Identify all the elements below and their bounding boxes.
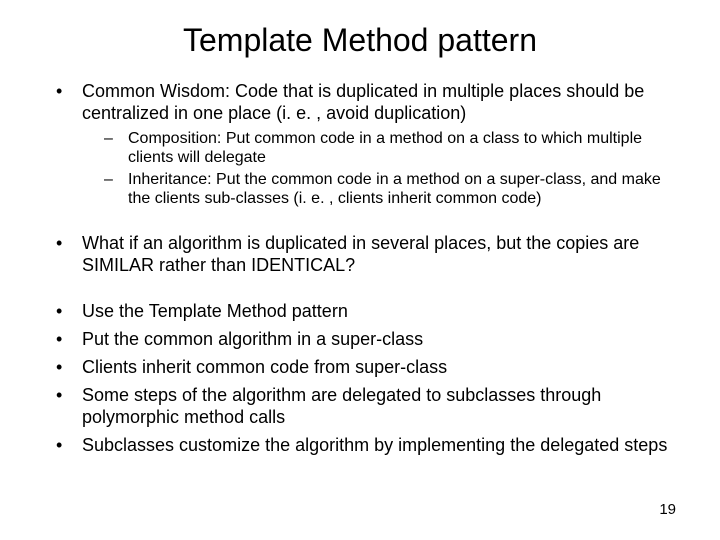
- page-number: 19: [659, 501, 676, 518]
- sub-bullet-item: Inheritance: Put the common code in a me…: [82, 170, 672, 209]
- bullet-text: Use the Template Method pattern: [82, 301, 348, 321]
- bullet-item: Subclasses customize the algorithm by im…: [48, 435, 672, 457]
- sub-bullet-text: Inheritance: Put the common code in a me…: [128, 171, 661, 208]
- bullet-item: Use the Template Method pattern: [48, 301, 672, 323]
- bullet-item: Clients inherit common code from super-c…: [48, 357, 672, 379]
- sub-bullet-text: Composition: Put common code in a method…: [128, 130, 642, 167]
- bullet-text: Put the common algorithm in a super-clas…: [82, 329, 423, 349]
- bullet-item: Put the common algorithm in a super-clas…: [48, 329, 672, 351]
- bullet-item: What if an algorithm is duplicated in se…: [48, 233, 672, 277]
- bullet-item: Some steps of the algorithm are delegate…: [48, 385, 672, 429]
- sub-bullet-list: Composition: Put common code in a method…: [82, 129, 672, 209]
- bullet-text: Subclasses customize the algorithm by im…: [82, 435, 667, 455]
- sub-bullet-item: Composition: Put common code in a method…: [82, 129, 672, 168]
- bullet-text: Clients inherit common code from super-c…: [82, 357, 447, 377]
- slide-title: Template Method pattern: [48, 22, 672, 59]
- bullet-text: Some steps of the algorithm are delegate…: [82, 385, 601, 427]
- bullet-text: What if an algorithm is duplicated in se…: [82, 233, 639, 275]
- bullet-text: Common Wisdom: Code that is duplicated i…: [82, 81, 644, 123]
- bullet-item: Common Wisdom: Code that is duplicated i…: [48, 81, 672, 209]
- bullet-list: Common Wisdom: Code that is duplicated i…: [48, 81, 672, 457]
- slide: Template Method pattern Common Wisdom: C…: [0, 0, 720, 540]
